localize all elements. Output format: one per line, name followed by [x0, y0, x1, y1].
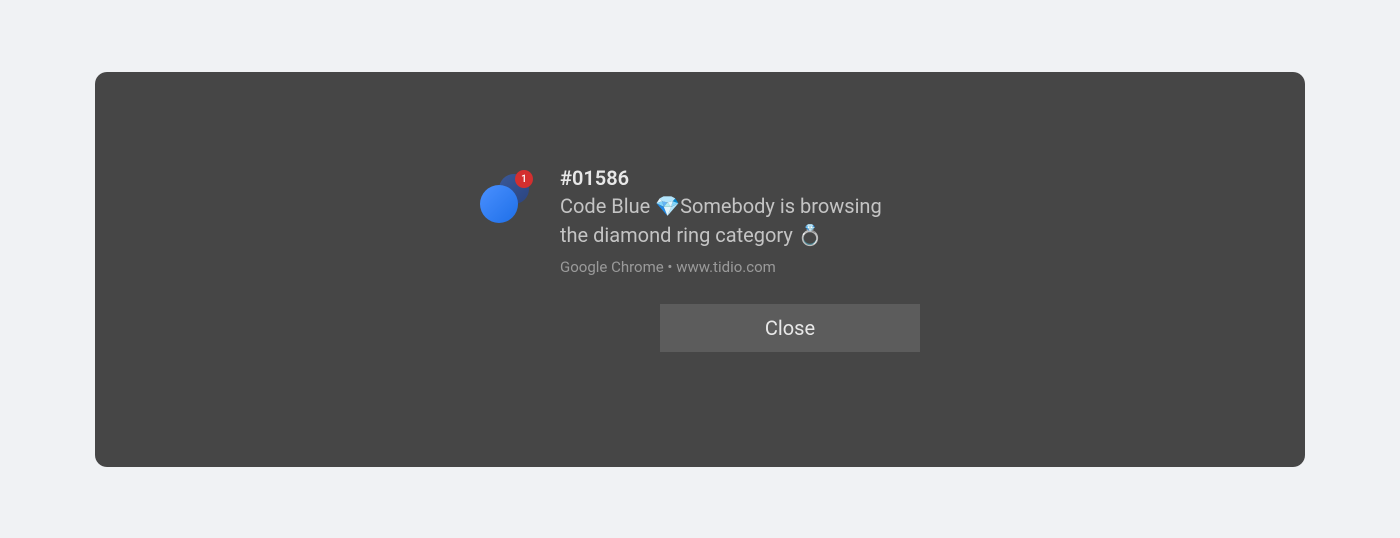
notification-title: #01586	[560, 166, 882, 190]
notification-message: Code Blue 💎Somebody is browsing the diam…	[560, 192, 882, 250]
notification-panel: 1 #01586 Code Blue 💎Somebody is browsing…	[95, 72, 1305, 467]
notification-content: 1 #01586 Code Blue 💎Somebody is browsing…	[480, 166, 882, 276]
notification-badge: 1	[515, 170, 533, 188]
notification: 1 #01586 Code Blue 💎Somebody is browsing…	[480, 166, 920, 352]
notification-source: Google Chrome • www.tidio.com	[560, 258, 882, 276]
chat-bubble-front-icon	[480, 185, 518, 223]
app-icon: 1	[480, 168, 535, 223]
notification-text: #01586 Code Blue 💎Somebody is browsing t…	[560, 166, 882, 276]
message-line-1: Code Blue 💎Somebody is browsing	[560, 194, 882, 218]
message-line-2: the diamond ring category 💍	[560, 223, 823, 247]
close-button[interactable]: Close	[660, 304, 920, 352]
